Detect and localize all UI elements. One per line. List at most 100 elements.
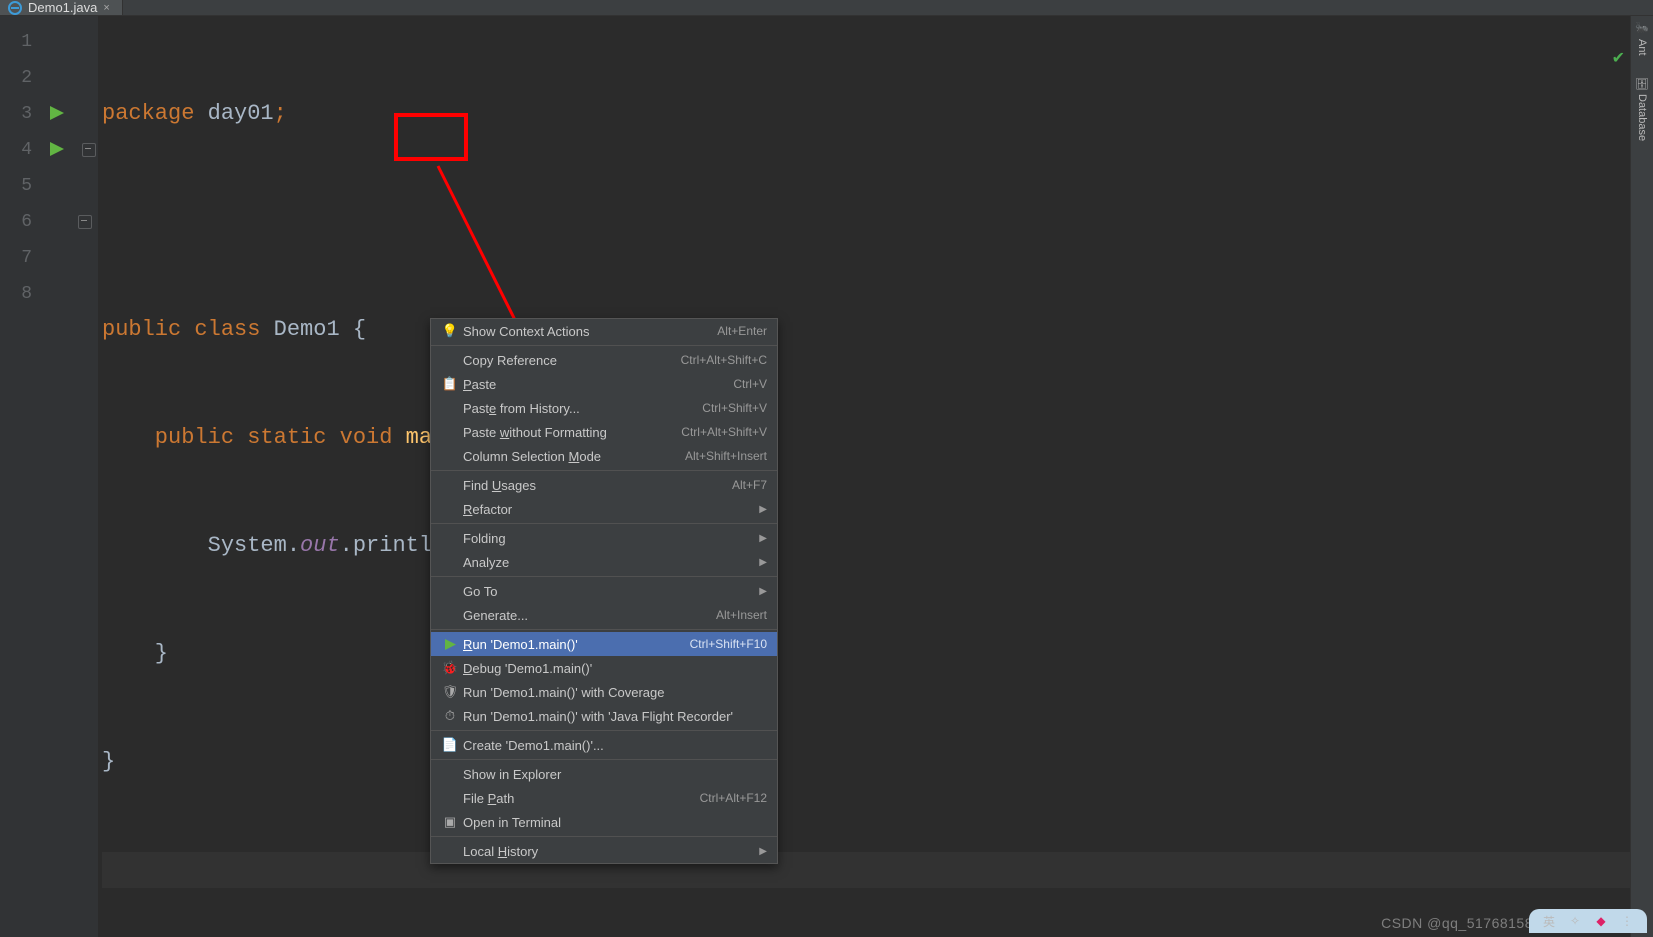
annotation-highlight-box — [394, 113, 468, 161]
menu-item-shortcut: Ctrl+Shift+V — [702, 401, 767, 415]
line-number: 7 — [0, 240, 42, 276]
menu-item-shortcut: Ctrl+Alt+F12 — [700, 791, 767, 805]
line-number: 4 — [0, 132, 42, 168]
menu-item-label: Run 'Demo1.main()' with Coverage — [459, 685, 767, 700]
menu-item[interactable]: ⏱Run 'Demo1.main()' with 'Java Flight Re… — [431, 704, 777, 728]
menu-item-label: Run 'Demo1.main()' with 'Java Flight Rec… — [459, 709, 767, 724]
line-number: 2 — [0, 60, 42, 96]
menu-item[interactable]: Run 'Demo1.main()'Ctrl+Shift+F10 — [431, 632, 777, 656]
menu-item-label: Find Usages — [459, 478, 732, 493]
ime-more[interactable]: ⋮ — [1617, 911, 1637, 931]
menu-item-label: File Path — [459, 791, 700, 806]
editor-tab[interactable]: Demo1.java × — [0, 0, 123, 15]
inspection-ok-icon[interactable]: ✔ — [1612, 48, 1625, 68]
close-icon[interactable]: × — [103, 2, 109, 14]
menu-item[interactable]: Copy ReferenceCtrl+Alt+Shift+C — [431, 348, 777, 372]
fold-icon[interactable] — [78, 215, 92, 229]
submenu-arrow-icon: ▶ — [759, 586, 767, 597]
menu-item[interactable]: Generate...Alt+Insert — [431, 603, 777, 627]
menu-item[interactable]: Column Selection ModeAlt+Shift+Insert — [431, 444, 777, 468]
line-number: 8 — [0, 276, 42, 312]
menu-item-shortcut: Ctrl+Shift+F10 — [690, 637, 767, 651]
menu-item[interactable]: Paste without FormattingCtrl+Alt+Shift+V — [431, 420, 777, 444]
menu-item[interactable]: 🛡Run 'Demo1.main()' with Coverage — [431, 680, 777, 704]
menu-item[interactable]: Analyze▶ — [431, 550, 777, 574]
menu-item[interactable]: Folding▶ — [431, 526, 777, 550]
menu-item[interactable]: Find UsagesAlt+F7 — [431, 473, 777, 497]
line-number-gutter: 1 2 3 4 5 6 7 8 — [0, 16, 42, 937]
menu-item[interactable]: Local History▶ — [431, 839, 777, 863]
menu-item-shortcut: Alt+Shift+Insert — [685, 449, 767, 463]
menu-item-label: Column Selection Mode — [459, 449, 685, 464]
menu-item[interactable]: 📋PasteCtrl+V — [431, 372, 777, 396]
menu-separator — [431, 629, 777, 630]
submenu-arrow-icon: ▶ — [759, 504, 767, 515]
menu-separator — [431, 523, 777, 524]
menu-item[interactable]: 💡Show Context ActionsAlt+Enter — [431, 319, 777, 343]
menu-item[interactable]: 📄Create 'Demo1.main()'... — [431, 733, 777, 757]
menu-separator — [431, 730, 777, 731]
run-gutter-icon[interactable] — [50, 142, 64, 159]
fold-icon[interactable] — [82, 143, 96, 157]
menu-item[interactable]: Refactor▶ — [431, 497, 777, 521]
jfr-icon: ⏱ — [441, 708, 459, 724]
right-tool-rail: 🐜Ant 🗄Database — [1630, 16, 1653, 937]
database-icon: 🗄 — [1636, 76, 1649, 90]
ant-tool-button[interactable]: 🐜Ant — [1636, 22, 1649, 56]
menu-item[interactable]: File PathCtrl+Alt+F12 — [431, 786, 777, 810]
menu-item-shortcut: Ctrl+Alt+Shift+V — [681, 425, 767, 439]
menu-separator — [431, 345, 777, 346]
menu-separator — [431, 576, 777, 577]
run-gutter — [42, 16, 98, 937]
java-class-icon — [8, 1, 22, 15]
line-number: 5 — [0, 168, 42, 204]
code-editor[interactable]: package day01; public class Demo1 { publ… — [98, 16, 1630, 937]
menu-item[interactable]: Go To▶ — [431, 579, 777, 603]
submenu-arrow-icon: ▶ — [759, 846, 767, 857]
watermark: CSDN @qq_51768158 — [1381, 915, 1533, 931]
bug-icon: 🐞 — [441, 660, 459, 676]
clip-icon: 📋 — [441, 376, 459, 392]
menu-separator — [431, 759, 777, 760]
play-icon — [441, 639, 459, 650]
menu-item-shortcut: Alt+Insert — [716, 608, 767, 622]
menu-item-label: Show Context Actions — [459, 324, 717, 339]
menu-item[interactable]: ▣Open in Terminal — [431, 810, 777, 834]
cfg-icon: 📄 — [441, 737, 459, 753]
tab-filename: Demo1.java — [28, 0, 97, 15]
line-number: 3 — [0, 96, 42, 132]
ant-icon: 🐜 — [1636, 22, 1649, 35]
run-gutter-icon[interactable] — [50, 106, 64, 123]
term-icon: ▣ — [441, 814, 459, 830]
line-number: 1 — [0, 24, 42, 60]
menu-item-label: Run 'Demo1.main()' — [459, 637, 690, 652]
submenu-arrow-icon: ▶ — [759, 557, 767, 568]
menu-item-label: Paste without Formatting — [459, 425, 681, 440]
menu-item-label: Copy Reference — [459, 353, 681, 368]
cov-icon: 🛡 — [441, 684, 459, 700]
menu-item[interactable]: Paste from History...Ctrl+Shift+V — [431, 396, 777, 420]
menu-item[interactable]: Show in Explorer — [431, 762, 777, 786]
bulb-icon: 💡 — [441, 323, 459, 339]
menu-item-label: Debug 'Demo1.main()' — [459, 661, 767, 676]
ime-lang[interactable]: 英 — [1539, 911, 1559, 931]
ime-punc[interactable]: ✧ — [1565, 911, 1585, 931]
menu-item-shortcut: Alt+F7 — [732, 478, 767, 492]
submenu-arrow-icon: ▶ — [759, 533, 767, 544]
context-menu: 💡Show Context ActionsAlt+Enter Copy Refer… — [430, 318, 778, 864]
menu-item-label: Open in Terminal — [459, 815, 767, 830]
line-number: 6 — [0, 204, 42, 240]
menu-item-label: Go To — [459, 584, 759, 599]
menu-item-shortcut: Alt+Enter — [717, 324, 767, 338]
ime-toolbar[interactable]: 英 ✧ ◆ ⋮ — [1529, 909, 1647, 933]
menu-separator — [431, 470, 777, 471]
menu-item-label: Create 'Demo1.main()'... — [459, 738, 767, 753]
database-tool-button[interactable]: 🗄Database — [1636, 76, 1649, 141]
ime-emoji[interactable]: ◆ — [1591, 911, 1611, 931]
menu-item-label: Paste — [459, 377, 733, 392]
menu-item[interactable]: 🐞Debug 'Demo1.main()' — [431, 656, 777, 680]
menu-item-label: Paste from History... — [459, 401, 702, 416]
menu-item-label: Show in Explorer — [459, 767, 767, 782]
editor-tab-bar: Demo1.java × — [0, 0, 1653, 16]
menu-separator — [431, 836, 777, 837]
